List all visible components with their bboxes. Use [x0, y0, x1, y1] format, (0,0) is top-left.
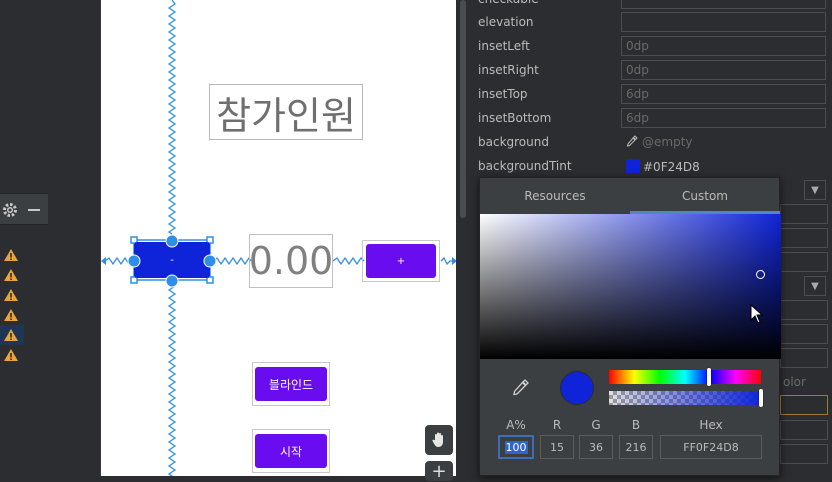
- attr-row-background: background @empty: [470, 131, 832, 155]
- color-swatch[interactable]: [626, 159, 640, 173]
- attr-input[interactable]: [780, 420, 828, 440]
- blind-button-label: 블라인드: [268, 377, 314, 392]
- start-button[interactable]: 시작: [255, 434, 327, 468]
- count-textview[interactable]: 0.00: [249, 234, 333, 288]
- warning-icon[interactable]: [0, 345, 24, 365]
- left-gutter: [0, 0, 48, 476]
- attr-row-backgroundtint: backgroundTint #0F24D8: [470, 155, 832, 179]
- blind-button[interactable]: 블라인드: [255, 367, 327, 401]
- attr-input[interactable]: #0F24D8: [621, 156, 826, 176]
- attr-value: @empty: [642, 135, 693, 149]
- attr-input[interactable]: [780, 228, 828, 248]
- gear-icon[interactable]: [2, 202, 18, 218]
- plus-button-label: +: [396, 255, 406, 267]
- canvas-scrollbar[interactable]: [460, 0, 466, 218]
- attr-value: #0F24D8: [643, 160, 700, 174]
- color-handle[interactable]: [756, 270, 765, 279]
- green-label: G: [591, 418, 601, 432]
- warning-icon[interactable]: [0, 305, 24, 325]
- chevron-down-icon[interactable]: ▼: [804, 180, 826, 200]
- attr-input[interactable]: [780, 444, 828, 464]
- attr-label: insetTop: [478, 87, 528, 101]
- color-picker-popup: Resources Custom A% R G B Hex 100 15 36 …: [479, 177, 781, 476]
- color-preview: [560, 371, 594, 405]
- attr-input[interactable]: [780, 252, 828, 272]
- attr-input[interactable]: 6dp: [621, 84, 826, 104]
- attr-input[interactable]: [780, 300, 828, 320]
- attr-row-insettop: insetTop 6dp: [470, 83, 832, 107]
- panel-toolbar: [0, 193, 48, 225]
- blind-button-bounds[interactable]: 블라인드: [252, 362, 330, 406]
- tab-resources[interactable]: Resources: [480, 178, 630, 214]
- alpha-slider-handle[interactable]: [759, 389, 763, 407]
- pan-hand-icon[interactable]: [425, 425, 453, 455]
- hue-slider-handle[interactable]: [707, 368, 711, 386]
- tab-custom[interactable]: Custom: [630, 178, 780, 214]
- saturation-brightness-area[interactable]: [480, 214, 781, 359]
- warning-icon[interactable]: [0, 285, 24, 305]
- count-value: 0.00: [248, 239, 334, 283]
- eyedropper-icon[interactable]: [512, 378, 530, 396]
- plus-button[interactable]: +: [366, 244, 436, 278]
- attr-input[interactable]: [780, 324, 828, 344]
- picker-tabs: Resources Custom: [480, 178, 781, 214]
- zoom-in-icon[interactable]: +: [425, 461, 453, 482]
- warning-icon[interactable]: [0, 325, 24, 345]
- eyedropper-icon[interactable]: [626, 135, 638, 147]
- attr-partial-text: olor: [783, 375, 806, 389]
- green-input[interactable]: 36: [579, 435, 613, 459]
- attr-label: insetRight: [478, 63, 539, 77]
- hue-slider[interactable]: [609, 370, 761, 384]
- attr-input[interactable]: 0dp: [621, 36, 826, 56]
- attr-label: background: [478, 135, 549, 149]
- alpha-label: A%: [506, 418, 526, 432]
- attr-input[interactable]: [780, 395, 828, 415]
- attr-input[interactable]: [621, 12, 826, 32]
- attr-input[interactable]: 0dp: [621, 60, 826, 80]
- minimize-icon[interactable]: [28, 209, 40, 211]
- attr-input[interactable]: [780, 204, 828, 224]
- red-input[interactable]: 15: [540, 435, 574, 459]
- attr-label: elevation: [478, 15, 534, 29]
- attr-row-insetbottom: insetBottom 6dp: [470, 107, 832, 131]
- warning-icon[interactable]: [0, 265, 24, 285]
- warning-icon[interactable]: [0, 245, 24, 265]
- start-button-bounds[interactable]: 시작: [252, 429, 330, 473]
- chevron-down-icon[interactable]: ▼: [804, 276, 826, 296]
- red-label: R: [552, 418, 562, 432]
- mouse-cursor-icon: [750, 304, 764, 324]
- attr-input[interactable]: [621, 0, 826, 9]
- blue-label: B: [631, 418, 641, 432]
- attr-row-elevation: elevation: [470, 11, 832, 35]
- attr-label: insetLeft: [478, 39, 530, 53]
- start-button-label: 시작: [279, 444, 303, 459]
- layout-canvas[interactable]: 참가인원 - 0.00 + 블라인드 시작 +: [100, 0, 457, 482]
- attr-row-insetleft: insetLeft 0dp: [470, 35, 832, 59]
- alpha-slider[interactable]: [609, 391, 761, 405]
- hex-input[interactable]: FF0F24D8: [660, 435, 762, 459]
- warning-list: [0, 245, 24, 365]
- hex-label: Hex: [699, 418, 723, 432]
- design-surface-margin: [48, 0, 100, 476]
- attr-label: backgroundTint: [478, 159, 572, 173]
- alpha-input[interactable]: 100: [498, 435, 534, 459]
- attr-label: checkable: [478, 0, 539, 6]
- plus-button-bounds[interactable]: +: [362, 240, 440, 282]
- attr-input[interactable]: @empty: [621, 132, 826, 152]
- attr-input[interactable]: 6dp: [621, 108, 826, 128]
- attr-row-insetright: insetRight 0dp: [470, 59, 832, 83]
- blue-input[interactable]: 216: [619, 435, 653, 459]
- attr-label: insetBottom: [478, 111, 552, 125]
- attr-input[interactable]: [780, 348, 828, 368]
